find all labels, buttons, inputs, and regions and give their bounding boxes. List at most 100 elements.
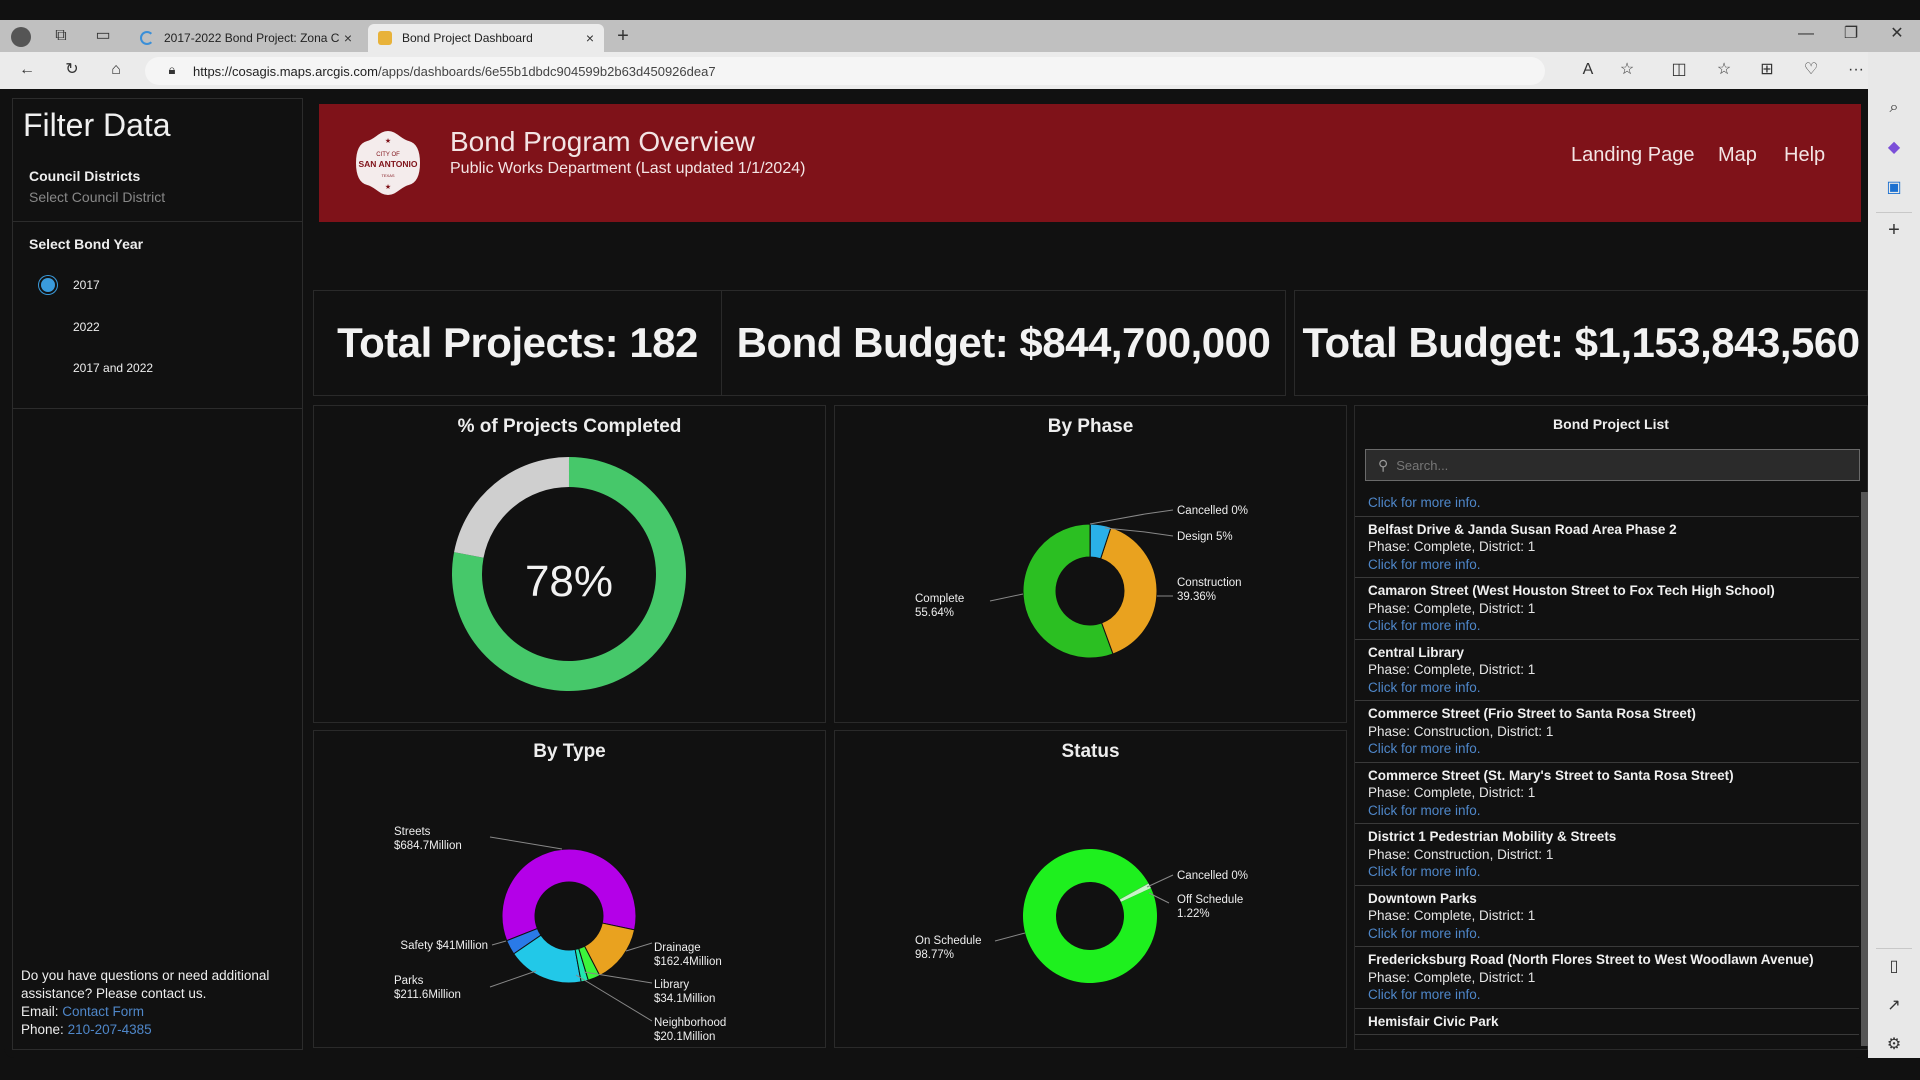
svg-text:★: ★ <box>385 137 391 145</box>
favorites-icon[interactable]: ☆ <box>1713 62 1735 78</box>
list-scrollbar[interactable] <box>1861 492 1868 1046</box>
split-screen-icon[interactable]: ◫ <box>1668 62 1690 78</box>
minimize-icon[interactable]: — <box>1795 26 1817 42</box>
scroll-thumb[interactable] <box>1861 492 1868 1046</box>
external-link-icon[interactable]: ↗ <box>1883 998 1905 1014</box>
data-label-drainage: $162.4Million <box>654 956 722 968</box>
lock-icon[interactable]: 🔒︎ <box>161 63 183 76</box>
bond-year-option-both[interactable]: 2017 and 2022 <box>41 361 153 375</box>
tab-bond-project-dashboard[interactable]: Bond Project Dashboard × <box>368 24 604 52</box>
bond-year-option-2022[interactable]: 2022 <box>41 320 100 334</box>
list-item[interactable]: Belfast Drive & Janda Susan Road Area Ph… <box>1355 517 1859 578</box>
workspaces-icon[interactable]: ⧉ <box>50 28 72 44</box>
more-info-link[interactable]: Click for more info. <box>1368 802 1845 820</box>
leader-line <box>994 932 1026 942</box>
sidebar-divider <box>1876 948 1912 949</box>
list-item[interactable]: District 1 Pedestrian Mobility & Streets… <box>1355 824 1859 886</box>
slice-remaining[interactable] <box>454 457 569 558</box>
list-item[interactable]: Camaron Street (West Houston Street to F… <box>1355 578 1859 640</box>
project-name: Fredericksburg Road (North Flores Street… <box>1368 952 1814 967</box>
phone-link[interactable]: 210-207-4385 <box>68 1022 152 1037</box>
edge-sidebar: ⌕ ◆ ▣ + ▯ ↗ ⚙ <box>1868 52 1920 1058</box>
home-icon[interactable]: ⌂ <box>105 62 127 78</box>
data-label-off-schedule: 1.22% <box>1177 908 1210 920</box>
nav-map[interactable]: Map <box>1718 144 1757 167</box>
council-district-select[interactable]: Select Council District <box>29 189 165 205</box>
email-label: Email: <box>21 1004 59 1019</box>
url-host: https://cosagis.maps.arcgis.com <box>193 63 378 79</box>
settings-gear-icon[interactable]: ⚙ <box>1883 1037 1905 1053</box>
project-list-scroll: Click for more info. Belfast Drive & Jan… <box>1355 492 1859 1046</box>
loading-icon <box>140 31 154 45</box>
m365-icon[interactable]: ◆ <box>1883 140 1905 156</box>
radio-selected-icon[interactable] <box>41 278 55 292</box>
more-info-link[interactable]: Click for more info. <box>1368 925 1845 943</box>
restore-icon[interactable]: ❐ <box>1840 26 1862 42</box>
slice-construction[interactable] <box>1100 526 1158 655</box>
refresh-icon[interactable]: ↻ <box>61 62 83 78</box>
radio-unselected-icon[interactable] <box>41 320 55 334</box>
browser-tab-bar: ⧉ ▭ 2017-2022 Bond Project: Zona C × Bon… <box>0 20 1920 52</box>
back-icon[interactable]: ← <box>16 62 38 78</box>
svg-text:★: ★ <box>385 183 391 191</box>
list-item[interactable]: Fredericksburg Road (North Flores Street… <box>1355 947 1859 1009</box>
close-window-icon[interactable]: ✕ <box>1886 26 1908 42</box>
data-label-neighborhood: Neighborhood <box>654 1017 726 1029</box>
more-info-link[interactable]: Click for more info. <box>1368 617 1845 635</box>
more-info-link[interactable]: Click for more info. <box>1368 679 1845 697</box>
url-input[interactable]: 🔒︎ https://cosagis.maps.arcgis.com/apps/… <box>145 57 1545 85</box>
type-donut: Drainage $162.4Million Library $34.1Million… <box>394 826 726 1043</box>
project-detail: Phase: Construction, District: 1 <box>1368 723 1554 739</box>
new-tab-button[interactable]: + <box>612 26 634 46</box>
more-info-link[interactable]: Click for more info. <box>1368 556 1845 574</box>
city-of-san-antonio-logo: ★ CITY OF SAN ANTONIO TEXAS ★ <box>353 128 423 198</box>
project-name: District 1 Pedestrian Mobility & Streets <box>1368 829 1617 844</box>
collections-icon[interactable]: ⊞ <box>1756 62 1778 78</box>
radio-unselected-icon[interactable] <box>41 361 55 375</box>
project-name: Downtown Parks <box>1368 890 1477 906</box>
kpi-total-budget: Total Budget: $1,153,843,560 <box>1294 290 1868 396</box>
search-box[interactable]: ⚲ <box>1365 449 1860 481</box>
list-item[interactable]: Commerce Street (Frio Street to Santa Ro… <box>1355 701 1859 763</box>
list-item[interactable]: Hemisfair Civic Park <box>1355 1009 1859 1035</box>
tab-label: Bond Project Dashboard <box>402 31 533 45</box>
list-item[interactable]: Commerce Street (St. Mary's Street to Sa… <box>1355 763 1859 824</box>
list-title: Bond Project List <box>1553 416 1669 432</box>
more-info-link[interactable]: Click for more info. <box>1368 986 1845 1004</box>
hide-sidebar-icon[interactable]: ▯ <box>1883 959 1905 975</box>
profile-avatar-icon[interactable] <box>11 27 33 47</box>
add-sidebar-app-icon[interactable]: + <box>1883 220 1905 240</box>
list-item[interactable]: Downtown Parks Phase: Complete, District:… <box>1355 886 1859 947</box>
leader-line <box>575 974 653 1022</box>
slice-on-schedule[interactable] <box>1023 849 1157 983</box>
contact-form-link[interactable]: Contact Form <box>62 1004 144 1019</box>
kpi-bond-budget: Bond Budget: $844,700,000 <box>721 290 1286 396</box>
data-label-cancelled: Cancelled 0% <box>1177 870 1248 882</box>
project-detail: Phase: Construction, District: 1 <box>1368 846 1554 862</box>
search-icon[interactable]: ⌕ <box>1883 100 1905 116</box>
list-item-partial[interactable]: Click for more info. <box>1355 492 1859 517</box>
tab-actions-icon[interactable]: ▭ <box>92 28 114 44</box>
bond-year-option-2017[interactable]: 2017 <box>41 278 100 292</box>
tab-bond-project-zona[interactable]: 2017-2022 Bond Project: Zona C × <box>130 24 362 52</box>
outlook-icon[interactable]: ▣ <box>1883 180 1905 196</box>
close-tab-icon[interactable]: × <box>586 30 594 46</box>
more-menu-icon[interactable]: ··· <box>1845 62 1867 78</box>
browser-essentials-icon[interactable]: ♡ <box>1800 62 1822 78</box>
more-info-link[interactable]: Click for more info. <box>1368 494 1845 512</box>
data-label-neighborhood: $20.1Million <box>654 1031 715 1043</box>
data-label-streets: Streets <box>394 826 431 838</box>
nav-landing-page[interactable]: Landing Page <box>1571 144 1694 167</box>
close-tab-icon[interactable]: × <box>344 30 352 46</box>
search-input[interactable] <box>1396 457 1837 473</box>
data-label-library: $34.1Million <box>654 993 715 1005</box>
list-item[interactable]: Central Library Phase: Complete, District… <box>1355 640 1859 701</box>
more-info-link[interactable]: Click for more info. <box>1368 863 1845 881</box>
os-bottom-bar <box>0 1058 1920 1080</box>
project-detail: Phase: Complete, District: 1 <box>1368 662 1536 677</box>
favorite-star-icon[interactable]: ☆ <box>1616 62 1638 78</box>
more-info-link[interactable]: Click for more info. <box>1368 740 1845 758</box>
nav-help[interactable]: Help <box>1784 144 1825 167</box>
project-detail: Phase: Complete, District: 1 <box>1368 539 1536 554</box>
read-aloud-icon[interactable]: A <box>1577 62 1599 78</box>
